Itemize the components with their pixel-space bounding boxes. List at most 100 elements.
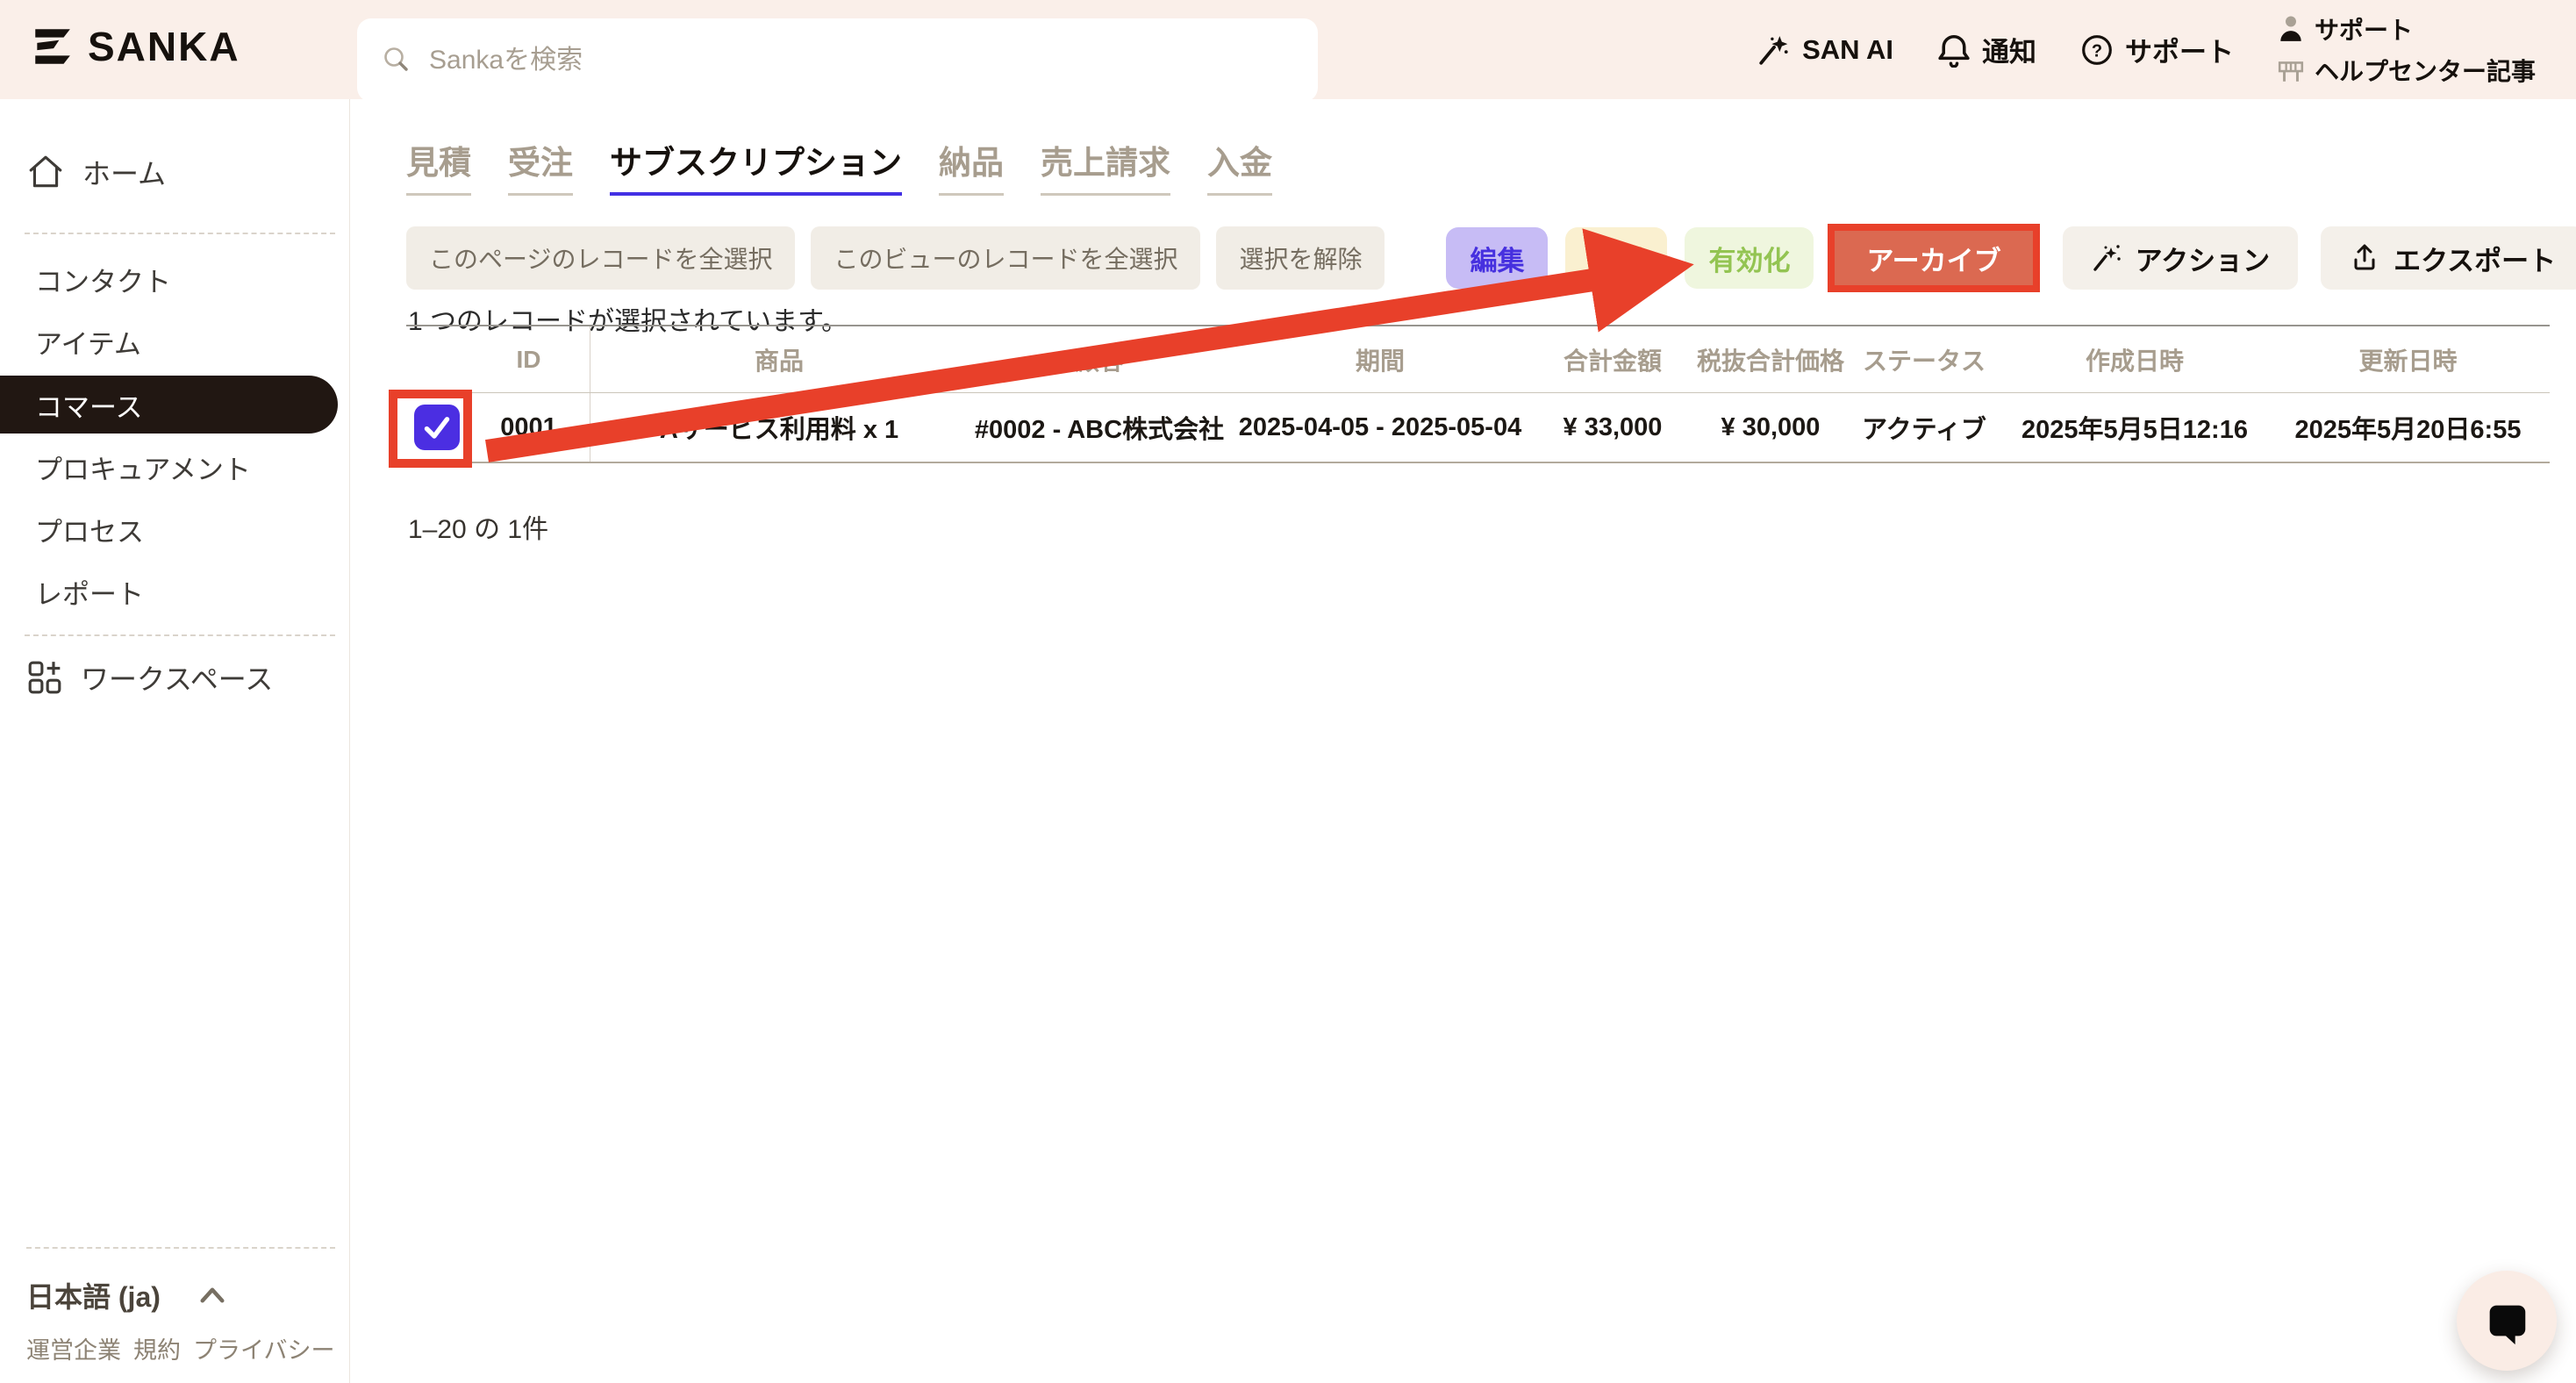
cell-product: Aサービス利用料 x 1 bbox=[590, 393, 968, 462]
tab-orders[interactable]: 受注 bbox=[508, 136, 573, 196]
deselect-button[interactable]: 選択を解除 bbox=[1216, 226, 1385, 290]
language-label: 日本語 (ja) bbox=[26, 1275, 161, 1315]
support-menu-help-center[interactable]: ヘルプセンター記事 bbox=[2278, 53, 2536, 88]
activate-button[interactable]: 有効化 bbox=[1685, 227, 1814, 289]
legal-link-company[interactable]: 運営企業 bbox=[26, 1331, 121, 1365]
sidebar-item-reports[interactable]: レポート bbox=[0, 561, 349, 623]
topnav-notifications[interactable]: 通知 bbox=[1937, 30, 2036, 69]
brand-name: SANKA bbox=[88, 23, 240, 70]
table-header-row: ID 商品 顧客 期間 合計金額 税抜合計価格 ステータス 作成日時 更新日時 bbox=[406, 325, 2550, 393]
topnav: SAN AI 通知 ? サポート サポート bbox=[1757, 0, 2536, 99]
header-product[interactable]: 商品 bbox=[590, 326, 968, 392]
duplicate-button[interactable]: 複製 bbox=[1565, 227, 1667, 289]
search-box bbox=[357, 18, 1318, 102]
header-period[interactable]: 期間 bbox=[1231, 326, 1529, 392]
legal-link-terms[interactable]: 規約 bbox=[133, 1331, 181, 1365]
sidebar-footer: 日本語 (ja) 運営企業 規約 プライバシー bbox=[0, 1247, 349, 1383]
brand-logo[interactable]: SANKA bbox=[30, 23, 240, 70]
sidebar-divider bbox=[25, 634, 335, 636]
topnav-support[interactable]: ? サポート bbox=[2080, 30, 2234, 69]
check-icon bbox=[419, 410, 454, 445]
support-menu: サポート ヘルプセンター記事 bbox=[2278, 11, 2536, 88]
workspace-grid-icon bbox=[26, 659, 63, 696]
search-input[interactable] bbox=[427, 45, 1293, 76]
support-menu-label: サポート bbox=[2315, 11, 2413, 47]
header-checkbox-column bbox=[406, 326, 468, 392]
sidebar-item-process[interactable]: プロセス bbox=[0, 498, 349, 561]
tab-deliveries[interactable]: 納品 bbox=[939, 136, 1004, 196]
topnav-label: 通知 bbox=[1982, 30, 2036, 69]
row-checkbox[interactable] bbox=[414, 405, 460, 450]
topnav-label: SAN AI bbox=[1802, 34, 1893, 66]
support-menu-label: ヘルプセンター記事 bbox=[2315, 53, 2536, 88]
header-id[interactable]: ID bbox=[468, 326, 590, 392]
sidebar-item-commerce[interactable]: コマース bbox=[0, 376, 338, 434]
select-all-view-button[interactable]: このビューのレコードを全選択 bbox=[811, 226, 1200, 290]
export-label: エクスポート bbox=[2394, 239, 2556, 278]
sidebar-item-items[interactable]: アイテム bbox=[0, 311, 349, 373]
tab-sales-invoices[interactable]: 売上請求 bbox=[1041, 136, 1170, 196]
sidebar-item-label: レポート bbox=[35, 572, 144, 612]
tab-deposits[interactable]: 入金 bbox=[1207, 136, 1272, 196]
tab-subscriptions[interactable]: サブスクリプション bbox=[610, 136, 902, 196]
bell-icon bbox=[1937, 32, 1971, 68]
actions-wand-icon bbox=[2091, 242, 2122, 274]
cell-created-at: 2025年5月5日12:16 bbox=[2003, 393, 2266, 462]
support-menu-support[interactable]: サポート bbox=[2278, 11, 2536, 47]
cell-period: 2025-04-05 - 2025-05-04 bbox=[1231, 393, 1529, 462]
language-selector[interactable]: 日本語 (ja) bbox=[26, 1275, 349, 1315]
person-icon bbox=[2278, 15, 2304, 43]
sidebar-item-label: プロセス bbox=[35, 510, 144, 549]
sidebar-item-label: コンタクト bbox=[35, 260, 171, 299]
sidebar-item-contacts[interactable]: コンタクト bbox=[0, 248, 349, 311]
annotation-box-archive: アーカイブ bbox=[1828, 224, 2039, 292]
sidebar: ホーム コンタクト アイテム コマース プロキュアメント プロセス レポート bbox=[0, 99, 350, 1383]
help-center-icon bbox=[2278, 56, 2304, 84]
main-content: 見積 受注 サブスクリプション 納品 売上請求 入金 このページのレコードを全選… bbox=[350, 99, 2576, 1383]
export-button[interactable]: エクスポート bbox=[2321, 226, 2576, 290]
cell-total: ¥ 33,000 bbox=[1529, 393, 1696, 462]
cell-status: アクティブ bbox=[1845, 393, 2003, 462]
legal-links: 運営企業 規約 プライバシー bbox=[26, 1331, 349, 1365]
sidebar-item-label: ホーム bbox=[82, 152, 166, 192]
home-icon bbox=[26, 154, 65, 190]
table-row[interactable]: 0001 Aサービス利用料 x 1 #0002 - ABC株式会社 2025-0… bbox=[406, 393, 2550, 463]
header-total[interactable]: 合計金額 bbox=[1529, 326, 1696, 392]
legal-link-privacy[interactable]: プライバシー bbox=[193, 1331, 334, 1365]
sidebar-item-label: プロキュアメント bbox=[35, 448, 251, 487]
chat-bubble-icon bbox=[2481, 1295, 2532, 1346]
header-customer[interactable]: 顧客 bbox=[968, 326, 1231, 392]
sidebar-item-procurement[interactable]: プロキュアメント bbox=[0, 436, 349, 498]
sidebar-divider bbox=[25, 233, 335, 234]
subscriptions-table: ID 商品 顧客 期間 合計金額 税抜合計価格 ステータス 作成日時 更新日時 … bbox=[406, 325, 2550, 463]
sidebar-item-label: ワークスペース bbox=[81, 657, 273, 698]
wand-sparkle-icon bbox=[1757, 33, 1791, 67]
row-checkbox-cell bbox=[406, 393, 468, 462]
header-total-ex-tax[interactable]: 税抜合計価格 bbox=[1696, 326, 1845, 392]
search-icon bbox=[382, 46, 411, 75]
cell-total-ex-tax: ¥ 30,000 bbox=[1696, 393, 1845, 462]
toolbar: このページのレコードを全選択 このビューのレコードを全選択 選択を解除 編集 複… bbox=[406, 224, 2550, 292]
topnav-label: サポート bbox=[2125, 30, 2234, 69]
actions-button[interactable]: アクション bbox=[2063, 226, 2298, 290]
header-created-at[interactable]: 作成日時 bbox=[2003, 326, 2266, 392]
sidebar-item-home[interactable]: ホーム bbox=[26, 152, 166, 192]
sidebar-item-label: アイテム bbox=[35, 322, 141, 362]
topbar: SANKA SAN AI 通知 bbox=[0, 0, 2576, 99]
pagination-summary: 1–20 の 1件 bbox=[408, 507, 548, 546]
edit-button[interactable]: 編集 bbox=[1446, 227, 1548, 289]
cell-customer: #0002 - ABC株式会社 bbox=[968, 393, 1231, 462]
sidebar-divider bbox=[26, 1247, 335, 1249]
header-status[interactable]: ステータス bbox=[1845, 326, 2003, 392]
sanka-logo-icon bbox=[30, 25, 74, 68]
select-all-page-button[interactable]: このページのレコードを全選択 bbox=[406, 226, 795, 290]
chat-widget-button[interactable] bbox=[2457, 1271, 2557, 1371]
sidebar-nav: コンタクト アイテム コマース プロキュアメント プロセス レポート bbox=[0, 248, 349, 623]
cell-id: 0001 bbox=[468, 393, 590, 462]
sidebar-item-workspace[interactable]: ワークスペース bbox=[26, 657, 273, 698]
topnav-san-ai[interactable]: SAN AI bbox=[1757, 33, 1893, 67]
header-updated-at[interactable]: 更新日時 bbox=[2266, 326, 2550, 392]
archive-button[interactable]: アーカイブ bbox=[1835, 231, 2032, 285]
cell-updated-at: 2025年5月20日6:55 bbox=[2266, 393, 2550, 462]
tab-quotes[interactable]: 見積 bbox=[406, 136, 471, 196]
